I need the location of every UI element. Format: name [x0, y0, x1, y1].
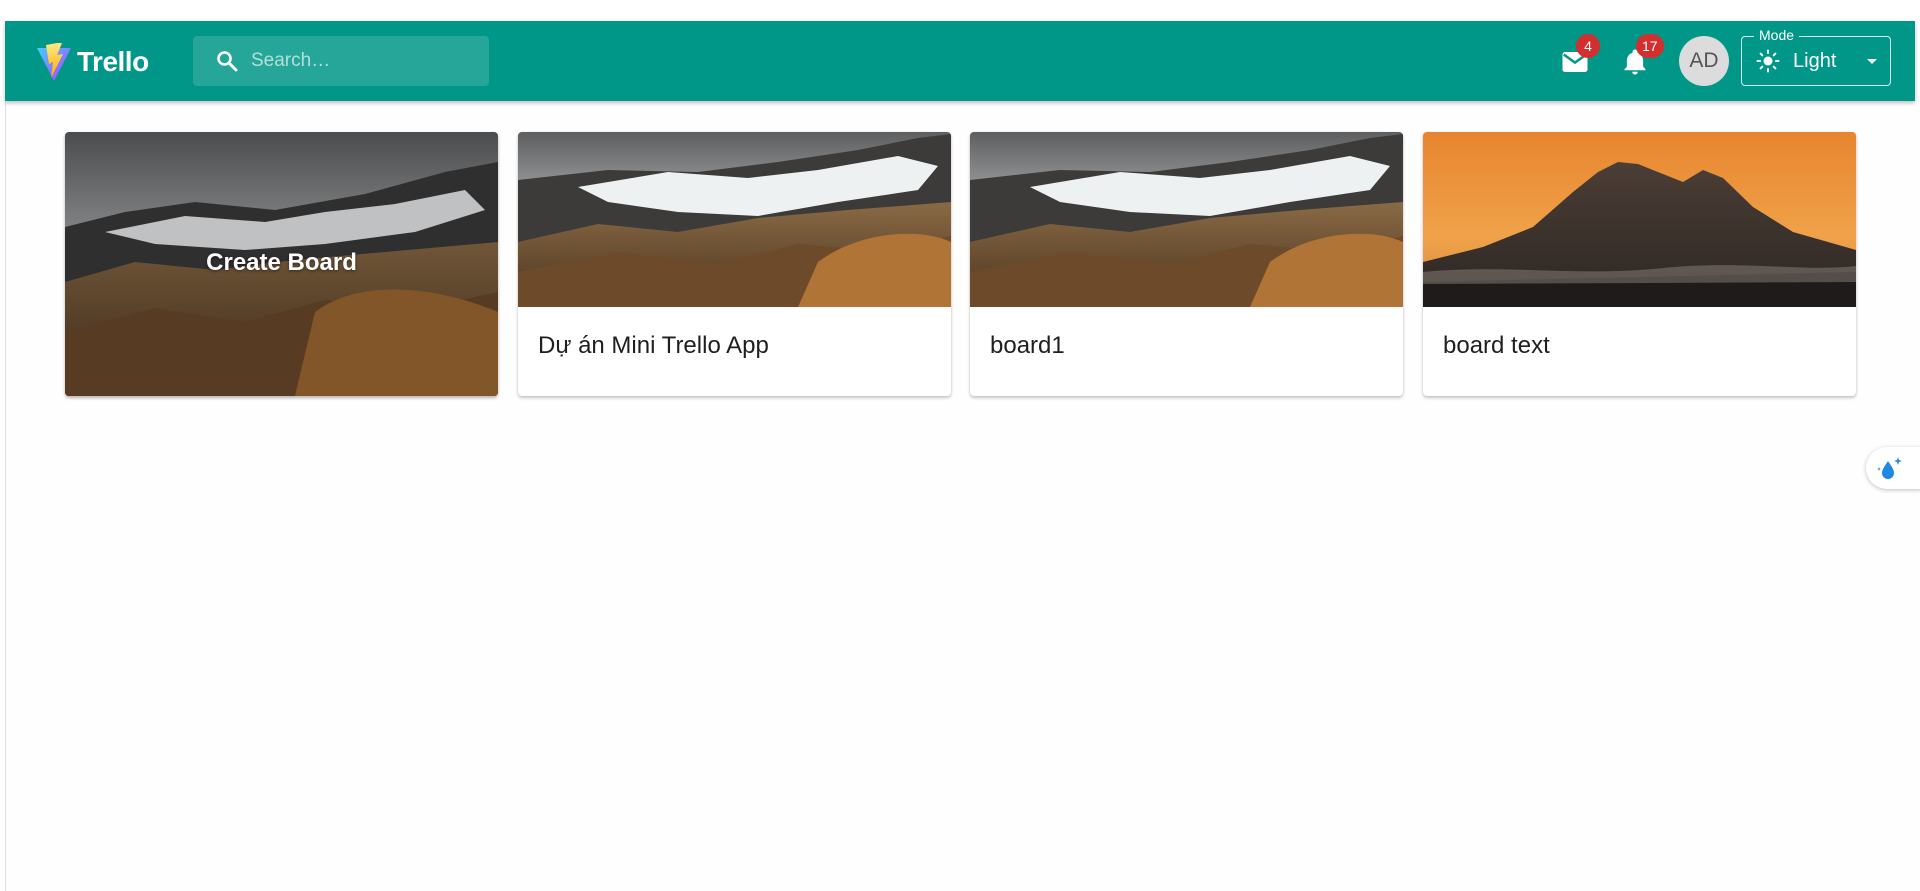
caret-down-icon: [1867, 59, 1877, 64]
board-cover-image: [518, 132, 951, 307]
notifications-button[interactable]: 17: [1620, 34, 1664, 77]
app-bar: Trello 4 17 AD Mode: [5, 21, 1915, 101]
brand-name: Trello: [77, 46, 149, 77]
water-drop-sparkle-icon: [1877, 457, 1902, 479]
brand-logo[interactable]: Trello: [35, 40, 149, 84]
board-title: board1: [990, 332, 1065, 359]
mail-badge: 4: [1576, 34, 1600, 58]
mode-label: Mode: [1754, 27, 1800, 43]
floating-widget-button[interactable]: [1866, 447, 1920, 489]
search-box[interactable]: [193, 36, 489, 86]
mode-value: Light: [1793, 50, 1837, 72]
mail-button[interactable]: 4: [1560, 34, 1600, 77]
board-card[interactable]: Dự án Mini Trello App: [518, 132, 951, 396]
board-cover-image: [1423, 132, 1856, 307]
board-title: Dự án Mini Trello App: [538, 332, 769, 359]
board-card[interactable]: board text: [1423, 132, 1856, 396]
mode-select[interactable]: Mode Light: [1741, 27, 1891, 86]
user-avatar[interactable]: AD: [1679, 36, 1729, 86]
create-board-label: Create Board: [206, 249, 357, 276]
search-input[interactable]: [251, 36, 481, 86]
search-icon: [217, 51, 238, 72]
sun-icon: [1756, 49, 1780, 73]
board-cover-image: [970, 132, 1403, 307]
board-card[interactable]: board1: [970, 132, 1403, 396]
vite-logo-icon: [37, 43, 71, 81]
notifications-badge: 17: [1636, 34, 1664, 58]
board-title: board text: [1443, 332, 1550, 359]
create-board-card[interactable]: Create Board: [65, 132, 498, 396]
